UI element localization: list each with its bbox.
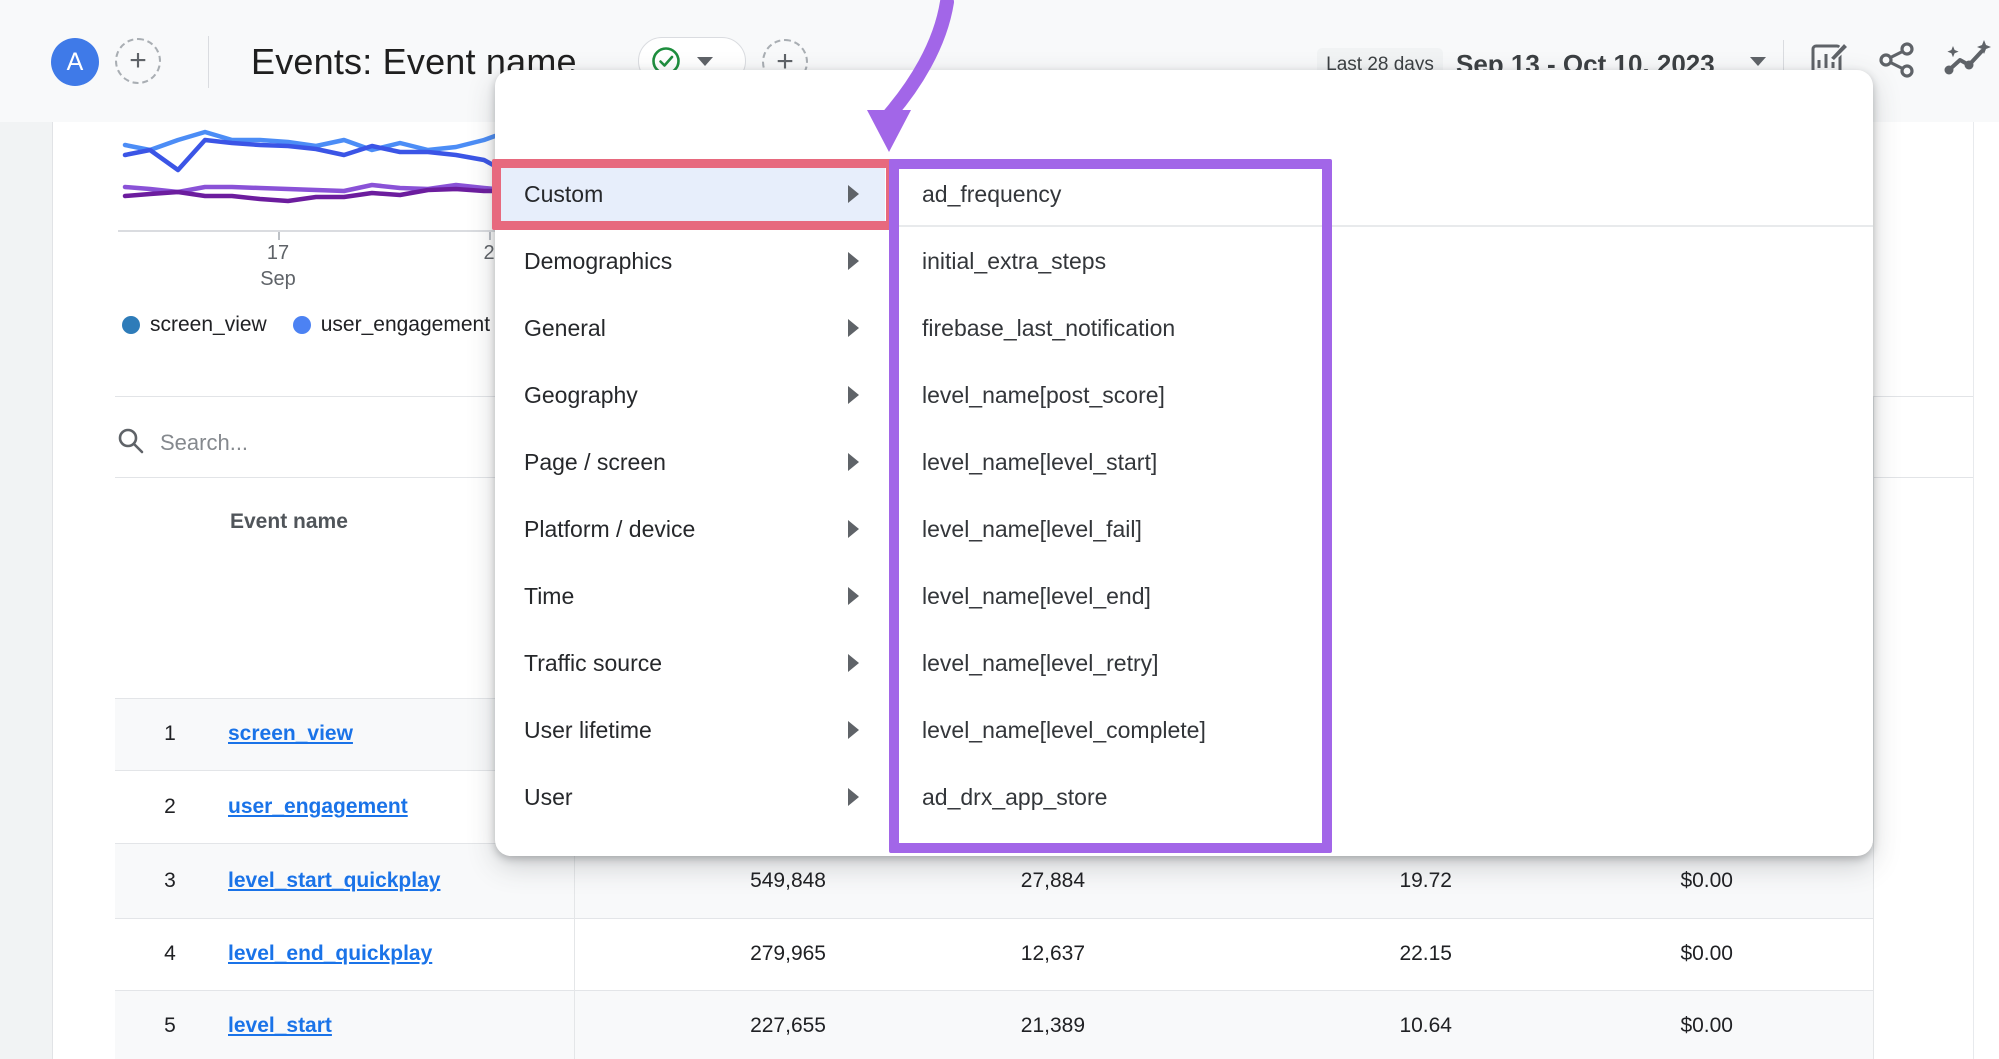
add-comparison-button[interactable]: + [115,38,161,84]
column-header-event-name[interactable]: Event name [230,510,348,534]
insights-icon[interactable] [1944,40,1992,80]
metric-value: 279,965 [606,942,826,966]
menu-item-geography[interactable]: Geography [499,368,885,422]
submenu-arrow-icon [848,721,859,739]
menu-item-label: Traffic source [524,650,662,677]
menu-item-label: Platform / device [524,516,695,543]
event-name-link[interactable]: level_end_quickplay [228,942,432,966]
menu-item-platform-device[interactable]: Platform / device [499,502,885,556]
event-name-link[interactable]: user_engagement [228,795,408,819]
menu-item-user[interactable]: User [499,770,885,824]
row-index: 1 [145,722,195,746]
chart-legend: screen_view user_engagement [122,313,490,337]
x-tick-mark-2 [489,232,491,240]
table-row: 4 level_end_quickplay 279,965 12,637 22.15 $0… [115,918,1873,990]
x-tick-mark [278,232,280,240]
events-line-chart [118,118,500,232]
submenu-arrow-icon [848,788,859,806]
menu-item-traffic-source[interactable]: Traffic source [499,636,885,690]
menu-item-page-screen[interactable]: Page / screen [499,435,885,489]
submenu-arrow-icon [848,252,859,270]
metric-value: 27,884 [865,869,1085,893]
submenu-arrow-icon [848,654,859,672]
table-row: 5 level_start 227,655 21,389 10.64 $0.00 [115,990,1873,1059]
legend-item: user_engagement [293,313,490,337]
row-index: 2 [145,795,195,819]
x-tick-day: 17 [254,242,302,265]
menu-item-label: Page / screen [524,449,666,476]
table-right-border [1873,397,1874,1059]
submenu-arrow-icon [848,520,859,538]
metric-value: $0.00 [1513,942,1733,966]
legend-label: user_engagement [321,313,490,337]
legend-label: screen_view [150,313,267,337]
metric-value: $0.00 [1513,869,1733,893]
row-index: 4 [145,942,195,966]
row-index: 5 [145,1014,195,1038]
metric-value: 227,655 [606,1014,826,1038]
avatar[interactable]: A [51,38,99,86]
annotation-purple-arrow-icon [850,0,980,160]
submenu-arrow-icon [848,587,859,605]
event-name-link[interactable]: level_start [228,1014,332,1038]
metric-value: 549,848 [606,869,826,893]
metric-value: 21,389 [865,1014,1085,1038]
row-index: 3 [145,869,195,893]
header-divider [208,36,209,88]
metric-value: $0.00 [1513,1014,1733,1038]
chart-x-axis [118,230,498,232]
submenu-arrow-icon [848,386,859,404]
metric-value: 10.64 [1232,1014,1452,1038]
table-search-input[interactable] [158,424,462,462]
menu-item-label: Geography [524,382,638,409]
submenu-arrow-icon [848,319,859,337]
annotation-purple-box [889,159,1332,853]
legend-dot-icon [122,316,140,334]
metric-value: 19.72 [1232,869,1452,893]
menu-item-label: Time [524,583,574,610]
event-name-link[interactable]: level_start_quickplay [228,869,440,893]
metric-value: 12,637 [865,942,1085,966]
menu-item-label: User lifetime [524,717,652,744]
search-icon [117,427,145,455]
menu-item-label: General [524,315,606,342]
share-icon[interactable] [1878,42,1916,78]
legend-item: screen_view [122,313,267,337]
menu-item-user-lifetime[interactable]: User lifetime [499,703,885,757]
legend-dot-icon [293,316,311,334]
annotation-red-box [492,159,895,230]
menu-item-general[interactable]: General [499,301,885,355]
x-tick-month: Sep [254,268,302,291]
menu-item-demographics[interactable]: Demographics [499,234,885,288]
metric-value: 22.15 [1232,942,1452,966]
menu-item-label: User [524,784,573,811]
ga4-events-report: A + Events: Event name + Last 28 days Se… [0,0,1999,1059]
right-edge-divider [1973,122,1974,1059]
submenu-arrow-icon [848,453,859,471]
event-name-link[interactable]: screen_view [228,722,353,746]
menu-item-label: Demographics [524,248,672,275]
left-margin-strip [0,122,53,1059]
chevron-down-icon [697,57,713,66]
menu-item-time[interactable]: Time [499,569,885,623]
date-chevron-down-icon [1750,57,1766,66]
